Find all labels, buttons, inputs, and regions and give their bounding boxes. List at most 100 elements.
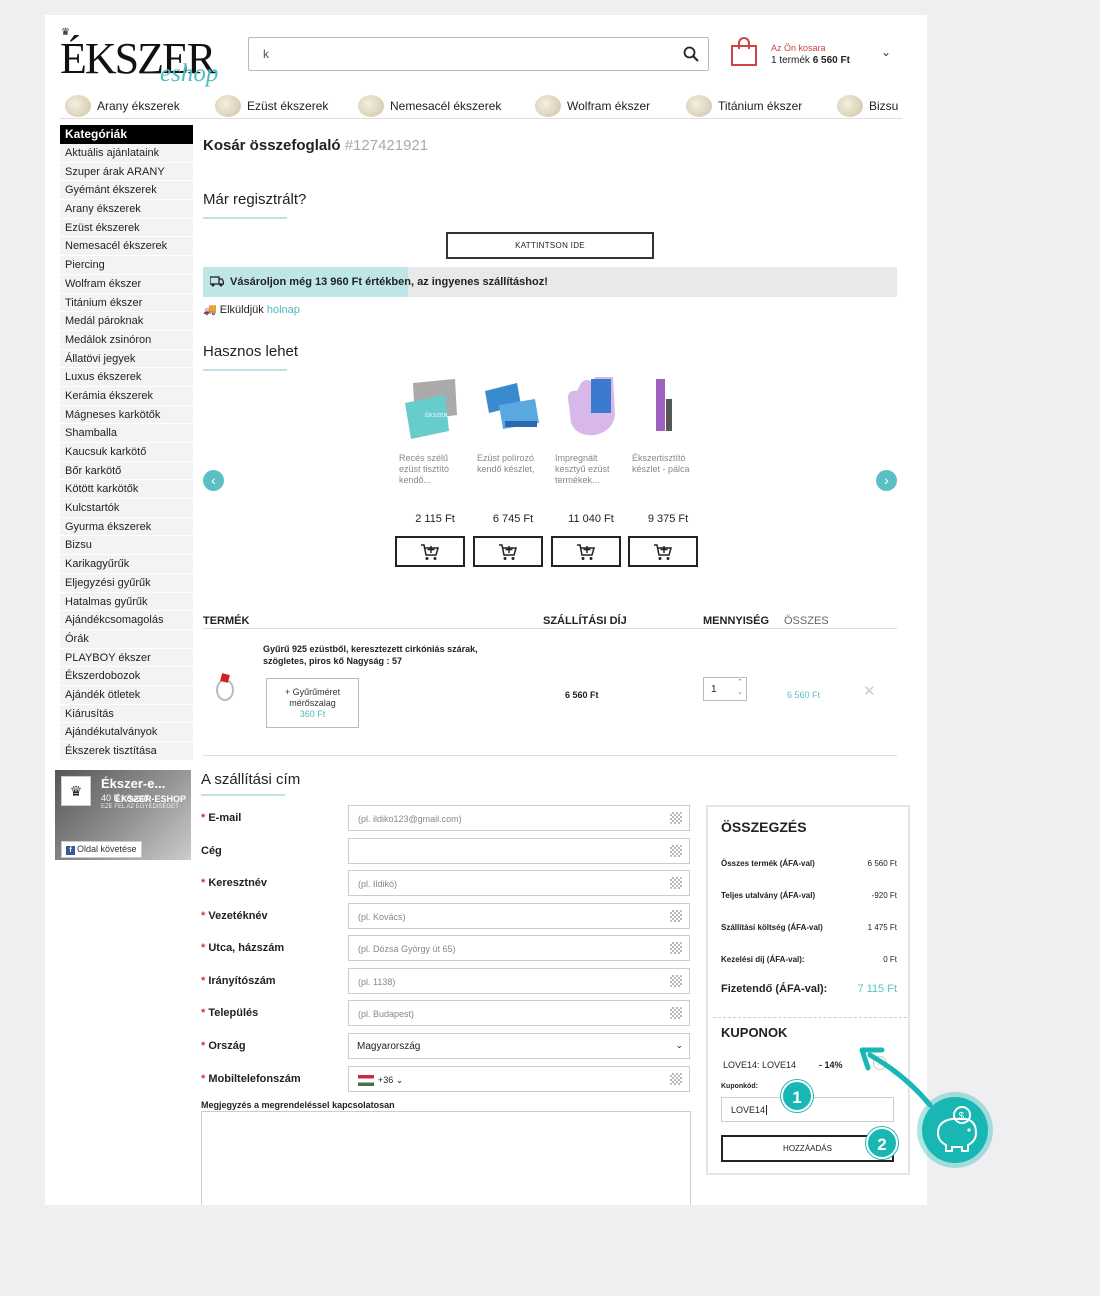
shopping-bag-icon[interactable] <box>730 37 758 67</box>
svg-text:$: $ <box>959 1111 965 1122</box>
cart-add-icon <box>499 543 517 560</box>
company-input[interactable] <box>348 838 690 864</box>
fb-follow-button[interactable]: f Oldal követése <box>61 841 142 858</box>
sidebar-item[interactable]: Bizsu <box>60 536 193 556</box>
payable-total: Fizetendő (ÁFA-val): 7 115 Ft <box>721 983 897 995</box>
sidebar-item[interactable]: Eljegyzési gyűrűk <box>60 573 193 593</box>
nav-item-gold[interactable]: Arany ékszerek <box>65 95 180 117</box>
suggested-product[interactable]: Impregnált kesztyű ezüst termékek... 11 … <box>551 375 627 567</box>
sidebar-item[interactable]: Nemesacél ékszerek <box>60 237 193 257</box>
sidebar-item[interactable]: Kötött karkötők <box>60 480 193 500</box>
product-name[interactable]: Impregnált kesztyű ezüst termékek... <box>555 453 627 497</box>
sidebar-item[interactable]: PLAYBOY ékszer <box>60 648 193 668</box>
zip-input[interactable]: (pl. 1138) <box>348 968 690 994</box>
chevron-down-icon[interactable]: ⌄ <box>881 45 891 59</box>
product-name[interactable]: Ezüst polírozó kendő készlet, <box>477 453 549 497</box>
sidebar-item[interactable]: Aktuális ajánlataink <box>60 144 193 163</box>
logo[interactable]: ♛ ÉKSZER eshop <box>60 27 230 87</box>
quantity-stepper[interactable]: 1 ⌃ ⌄ <box>703 677 747 701</box>
remove-item-icon[interactable]: ✕ <box>863 682 876 700</box>
sidebar-item[interactable]: Gyurma ékszerek <box>60 517 193 537</box>
bizsu-jewelry-icon <box>837 95 863 117</box>
carousel-next-button[interactable]: › <box>876 470 897 491</box>
search-input[interactable]: k <box>248 37 709 71</box>
ring-product-image[interactable] <box>213 672 237 702</box>
divider <box>713 1017 907 1018</box>
product-image[interactable] <box>477 375 549 443</box>
sidebar-item[interactable]: Kiárusítás <box>60 704 193 724</box>
cart-summary: 1 termék 6 560 Ft <box>771 55 850 66</box>
suggested-product[interactable]: Ékszertisztító készlet - pálca 9 375 Ft <box>628 375 704 567</box>
hungary-flag-icon[interactable] <box>358 1075 374 1087</box>
suggested-product[interactable]: ÉKSZER Recés szélű ezüst tisztító kendő.… <box>395 375 471 567</box>
nav-item-steel[interactable]: Nemesacél ékszerek <box>358 95 501 117</box>
summary-row: Kezelési díj (ÁFA-val): 0 Ft <box>721 955 897 964</box>
sidebar-item[interactable]: Titánium ékszer <box>60 293 193 313</box>
nav-item-titanium[interactable]: Titánium ékszer <box>686 95 802 117</box>
sidebar-item[interactable]: Kerámia ékszerek <box>60 386 193 406</box>
free-shipping-text: Vásároljon még 13 960 Ft értékben, az in… <box>230 276 548 288</box>
lastname-input[interactable]: (pl. Kovács) <box>348 903 690 929</box>
email-input[interactable]: (pl. ildiko123@gmail.com) <box>348 805 690 831</box>
sidebar-item[interactable]: Állatövi jegyek <box>60 349 193 369</box>
sidebar-item[interactable]: Arany ékszerek <box>60 200 193 219</box>
search-icon[interactable] <box>682 45 700 63</box>
sidebar-item[interactable]: Ezüst ékszerek <box>60 218 193 238</box>
sidebar-item[interactable]: Karikagyűrűk <box>60 555 193 574</box>
category-sidebar: Kategóriák Aktuális ajánlataink Szuper ár… <box>60 125 193 761</box>
sidebar-item[interactable]: Medálok zsinóron <box>60 330 193 350</box>
sidebar-item[interactable]: Wolfram ékszer <box>60 274 193 294</box>
coupon-discount: - 14% <box>819 1060 843 1070</box>
stepper-arrows[interactable]: ⌃ ⌄ <box>737 678 743 698</box>
sidebar-item[interactable]: Medál pároknak <box>60 312 193 331</box>
add-to-cart-button[interactable] <box>395 536 465 567</box>
cart-add-icon <box>577 543 595 560</box>
country-select[interactable]: Magyarország ⌄ <box>348 1033 690 1059</box>
nav-item-wolfram[interactable]: Wolfram ékszer <box>535 95 650 117</box>
remove-coupon-icon[interactable]: ✕ <box>873 1056 887 1070</box>
sidebar-item[interactable]: Kulcstartók <box>60 499 193 518</box>
sidebar-item[interactable]: Ajándékutalványok <box>60 723 193 742</box>
login-button[interactable]: KATTINTSON IDE <box>446 232 654 259</box>
add-to-cart-button[interactable] <box>628 536 698 567</box>
cart-table-header: TERMÉK SZÁLLÍTÁSI DÍJ MENNYISÉG ÖSSZES <box>203 601 897 629</box>
product-name[interactable]: Recés szélű ezüst tisztító kendő... <box>399 453 471 497</box>
add-to-cart-button[interactable] <box>473 536 543 567</box>
add-to-cart-button[interactable] <box>551 536 621 567</box>
sidebar-item[interactable]: Shamballa <box>60 424 193 443</box>
registered-heading: Már regisztrált? <box>203 191 306 219</box>
product-name[interactable]: Ékszertisztító készlet - pálca <box>632 453 704 497</box>
firstname-input[interactable]: (pl. Ildikó) <box>348 870 690 896</box>
sidebar-item[interactable]: Ajándék ötletek <box>60 685 193 705</box>
sidebar-item[interactable]: Gyémánt ékszerek <box>60 181 193 201</box>
product-image[interactable]: ÉKSZER <box>399 375 471 443</box>
street-input[interactable]: (pl. Dózsa György út 65) <box>348 935 690 961</box>
carousel-prev-button[interactable]: ‹ <box>203 470 224 491</box>
nav-item-bizsu[interactable]: Bizsu <box>837 95 898 117</box>
city-input[interactable]: (pl. Budapest) <box>348 1000 690 1026</box>
sidebar-item[interactable]: Ékszerdobozok <box>60 667 193 686</box>
autofill-icon <box>670 845 682 857</box>
phone-input[interactable]: +36 ⌄ <box>348 1066 690 1092</box>
sidebar-item[interactable]: Ékszerek tisztítása <box>60 742 193 761</box>
product-description[interactable]: Gyűrű 925 ezüstből, keresztezett cirkóni… <box>263 643 483 667</box>
sidebar-item[interactable]: Hatalmas gyűrűk <box>60 592 193 612</box>
titanium-jewelry-icon <box>686 95 712 117</box>
nav-item-silver[interactable]: Ezüst ékszerek <box>215 95 328 117</box>
product-image[interactable] <box>632 375 704 443</box>
sidebar-item[interactable]: Órák <box>60 629 193 649</box>
sidebar-item[interactable]: Piercing <box>60 256 193 275</box>
sidebar-item[interactable]: Szuper árak ARANY <box>60 162 193 182</box>
suggested-product[interactable]: Ezüst polírozó kendő készlet, 6 745 Ft <box>473 375 549 567</box>
product-price: 11 040 Ft <box>568 513 614 525</box>
facebook-widget[interactable]: ♛ Ékszer-e... 40 E követő ÉKSZER-ESHOP E… <box>55 770 191 860</box>
sidebar-item[interactable]: Ajándékcsomagolás <box>60 611 193 630</box>
ring-size-addon[interactable]: + Gyűrűméret mérőszalag 360 Ft <box>266 678 359 728</box>
sidebar-item[interactable]: Luxus ékszerek <box>60 368 193 387</box>
note-label: Megjegyzés a megrendeléssel kapcsolatosa… <box>201 1100 395 1110</box>
sidebar-item[interactable]: Mágneses karkötők <box>60 405 193 425</box>
sidebar-item[interactable]: Kaucsuk karkötő <box>60 443 193 462</box>
product-image[interactable] <box>555 375 627 443</box>
note-textarea[interactable] <box>201 1111 691 1205</box>
sidebar-item[interactable]: Bőr karkötő <box>60 461 193 481</box>
